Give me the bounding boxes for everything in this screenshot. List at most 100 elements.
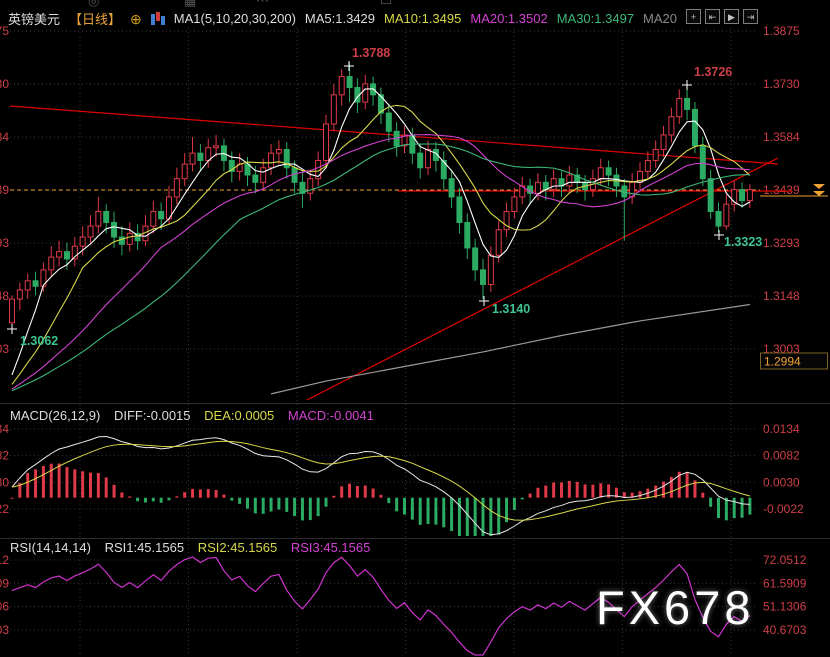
macd-axis-label: 0.0030: [763, 475, 800, 489]
candle: [598, 168, 603, 179]
price-axis-label: 1.3730: [763, 77, 800, 91]
clipped-more-icon: ⋯: [256, 0, 269, 9]
clipped-circle-icon: ◎: [88, 0, 99, 9]
play-icon[interactable]: ▶: [724, 9, 739, 24]
candle: [112, 222, 117, 237]
ma30-value: MA30:1.3497: [557, 11, 634, 26]
price-axis-label: 1.3875: [763, 24, 800, 38]
watermark: FX678: [596, 580, 754, 635]
candle: [677, 98, 682, 116]
candle: [64, 252, 69, 259]
rsi1-value: RSI1:45.1565: [105, 540, 185, 555]
toolbar: 英镑美元 【日线】 ⊕ MA1(5,10,20,30,200) MA5:1.34…: [8, 9, 677, 28]
rsi-axis-label: 51.1306: [763, 600, 807, 614]
candle: [496, 230, 501, 256]
candle: [535, 182, 540, 193]
candle: [488, 255, 493, 284]
candle: [685, 98, 690, 109]
candle: [198, 153, 203, 160]
swing-annotation: 1.3726: [694, 65, 732, 79]
candle: [708, 179, 713, 212]
candle: [426, 150, 431, 168]
macd-axis-label-left-clipped: 0.0082: [0, 449, 9, 463]
rsi3-value: RSI3:45.1565: [291, 540, 371, 555]
price-axis-label-left-clipped: 1.3293: [0, 236, 9, 250]
candle: [88, 226, 93, 237]
candle: [418, 153, 423, 168]
price-axis-label-left-clipped: 1.3148: [0, 289, 9, 303]
macd-axis-label-left-clipped: 0.0134: [0, 422, 9, 436]
period-label[interactable]: 【日线】: [69, 9, 121, 28]
candle: [567, 175, 572, 186]
ma200-label: MA20: [643, 11, 677, 26]
price-axis-label-left-clipped: 1.3584: [0, 130, 9, 144]
candle: [33, 281, 38, 286]
candle: [104, 212, 109, 223]
price-axis-label-left-clipped: 1.3439: [0, 183, 9, 197]
macd-header: MACD(26,12,9) DIFF:-0.0015 DEA:0.0005 MA…: [10, 408, 384, 423]
candle: [661, 135, 666, 150]
macd-axis-label-left-clipped: 0.0030: [0, 475, 9, 489]
plus-circle-icon[interactable]: ⊕: [130, 13, 142, 25]
price-axis-label-left-clipped: 1.3003: [0, 342, 9, 356]
price-axis-label: 1.3148: [763, 289, 800, 303]
swing-annotation: 1.3323: [724, 235, 762, 249]
swing-annotation: 1.3788: [352, 46, 390, 60]
pan-move-icon[interactable]: +: [686, 9, 701, 24]
candle: [96, 212, 101, 227]
candle: [174, 179, 179, 197]
candle: [606, 168, 611, 175]
candle: [481, 270, 486, 285]
symbol-name[interactable]: 英镑美元: [8, 9, 60, 28]
chart-canvas[interactable]: 1.38751.38751.37301.37301.35841.35841.34…: [0, 0, 830, 657]
rsi-header: RSI(14,14,14) RSI1:45.1565 RSI2:45.1565 …: [10, 540, 380, 555]
candle: [386, 113, 391, 131]
price-axis-label-left-clipped: 1.3730: [0, 77, 9, 91]
candle: [700, 146, 705, 179]
price-axis-label: 1.3584: [763, 130, 800, 144]
swing-annotation: 1.3140: [492, 302, 530, 316]
kline-chart-icon[interactable]: [151, 12, 165, 25]
price-axis-label: 1.3439: [763, 183, 800, 197]
rsi-axis-label-left-clipped: 51.1306: [0, 600, 9, 614]
candle: [331, 95, 336, 124]
candle: [127, 233, 132, 244]
candle: [25, 281, 30, 290]
clipped-box-icon: ▭: [380, 0, 392, 9]
candle: [363, 84, 368, 102]
swing-annotation: 1.3062: [20, 334, 58, 348]
candle: [473, 248, 478, 270]
rsi-axis-label-left-clipped: 72.0512: [0, 553, 9, 567]
candle: [669, 117, 674, 135]
candle: [347, 77, 352, 88]
candle: [324, 124, 329, 160]
candle: [724, 204, 729, 226]
candle: [645, 160, 650, 171]
macd-dea-value: DEA:0.0005: [204, 408, 274, 423]
candle: [512, 197, 517, 212]
chart-tool-buttons: + ⇤ ▶ ⇥: [686, 9, 758, 24]
scroll-right-icon[interactable]: ⇥: [743, 9, 758, 24]
rsi-axis-label: 61.5909: [763, 576, 807, 590]
min-price-box: 1.2994: [764, 355, 801, 369]
candle: [214, 146, 219, 148]
rsi-axis-label-left-clipped: 40.6703: [0, 623, 9, 637]
macd-value: MACD:-0.0041: [288, 408, 374, 423]
clipped-grid-icon: ▦: [184, 0, 196, 9]
ma20-value: MA20:1.3502: [470, 11, 547, 26]
candle: [261, 168, 266, 183]
rsi-axis-label-left-clipped: 61.5909: [0, 576, 9, 590]
macd-axis-label: -0.0022: [763, 502, 804, 516]
candle: [10, 299, 15, 323]
scroll-left-icon[interactable]: ⇤: [705, 9, 720, 24]
rsi-axis-label: 72.0512: [763, 553, 807, 567]
candle: [653, 150, 658, 161]
macd-diff-value: DIFF:-0.0015: [114, 408, 191, 423]
ma-settings-label[interactable]: MA1(5,10,20,30,200): [174, 11, 296, 26]
candle: [17, 290, 22, 299]
macd-axis-label-left-clipped: -0.0022: [0, 502, 9, 516]
macd-axis-label: 0.0082: [763, 449, 800, 463]
macd-title: MACD(26,12,9): [10, 408, 100, 423]
candle: [457, 197, 462, 223]
rsi-title: RSI(14,14,14): [10, 540, 91, 555]
